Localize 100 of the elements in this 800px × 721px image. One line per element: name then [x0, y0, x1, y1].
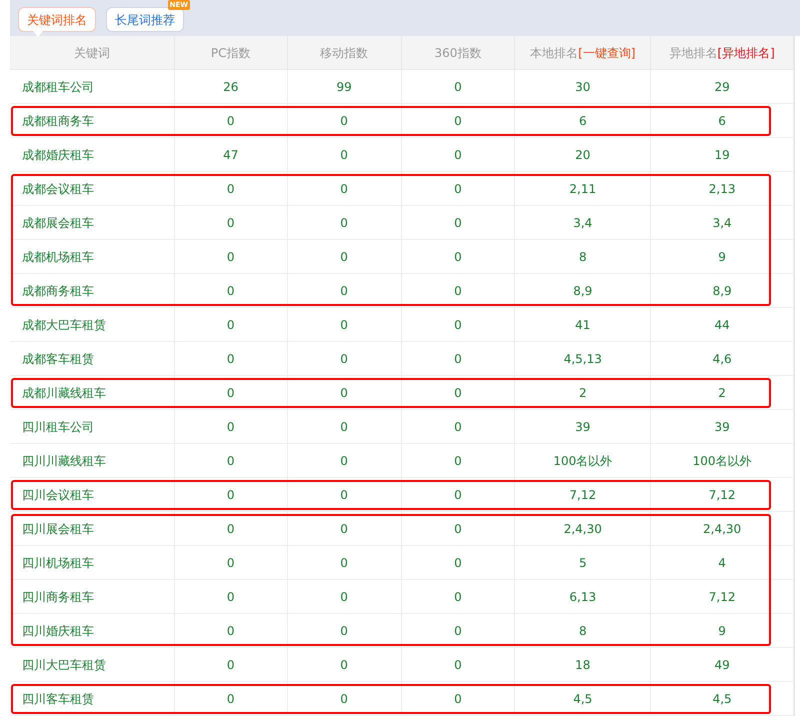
table-cell-text: 成都川藏线租车 [22, 384, 106, 402]
tab[interactable]: 长尾词推荐 [106, 7, 184, 32]
table-cell-text: 7,12 [708, 486, 736, 504]
table-cell-text: 2,11 [569, 180, 596, 198]
table-cell-text: 99 [336, 78, 352, 96]
table-cell-text: 0 [226, 622, 235, 640]
table-cell-text: 成都展会租车 [22, 214, 94, 232]
table-cell-text: 0 [454, 622, 462, 640]
table-cell-text: 7,12 [569, 486, 596, 504]
table-cell-text: 四川川藏线租车 [22, 452, 106, 470]
table-cell-text: 0 [454, 588, 462, 606]
table-cell-text: 0 [226, 656, 235, 674]
table-cell-text: 0 [340, 214, 348, 232]
table-cell-text: 4,5 [712, 690, 732, 708]
table-cell-text: 0 [226, 350, 235, 368]
table-cell-text: 0 [454, 384, 462, 402]
table-cell-text: 2,13 [708, 180, 736, 198]
table-cell-text: 4,6 [712, 350, 732, 368]
table-cell-text: 0 [454, 146, 462, 164]
table-cell-text: 0 [340, 588, 348, 606]
table-cell-text: 41 [575, 316, 590, 334]
table-cell-text: 0 [340, 622, 348, 640]
header-link[interactable]: [异地排名] [717, 44, 775, 62]
table-cell-text: 0 [226, 690, 235, 708]
table-cell-text: 8 [578, 622, 587, 640]
table-cell-text: 0 [340, 418, 348, 436]
table-cell-text: 0 [454, 690, 462, 708]
table-cell-text: 26 [223, 78, 238, 96]
table-cell-text: 0 [454, 112, 462, 130]
table-cell-text: 0 [226, 554, 235, 572]
table-cell-text: 0 [226, 452, 235, 470]
table-cell-text: 100名以外 [553, 452, 612, 470]
table-cell-text: 四川客车租赁 [22, 690, 94, 708]
table-cell-text: 0 [340, 520, 348, 538]
table-cell-text: 100名以外 [692, 452, 752, 470]
table-cell-text: 39 [714, 418, 730, 436]
table-cell-text: 0 [226, 588, 235, 606]
column-header: 关键词 [74, 44, 110, 62]
header-link[interactable]: [一键查询] [578, 44, 636, 62]
table-cell-text: 30 [575, 78, 590, 96]
table-cell-text: 0 [226, 112, 235, 130]
table-cell-text: 0 [340, 656, 348, 674]
table-cell-text: 四川婚庆租车 [22, 622, 94, 640]
table-cell-text: 成都租商务车 [22, 112, 94, 130]
table-cell-text: 成都商务租车 [22, 282, 94, 300]
table-cell-text: 39 [575, 418, 590, 436]
table-cell-text: 6 [578, 112, 587, 130]
table-cell-text: 0 [454, 78, 462, 96]
table-cell-text: 3,4 [573, 214, 592, 232]
table-cell-text: 0 [226, 316, 235, 334]
table-cell-text: 0 [226, 248, 235, 266]
table-cell-text: 成都租车公司 [22, 78, 94, 96]
table-cell-text: 0 [340, 112, 348, 130]
table-cell-text: 4,5,13 [564, 350, 602, 368]
table-cell-text: 8,9 [712, 282, 732, 300]
table-cell-text: 0 [454, 452, 462, 470]
table-cell-text: 成都婚庆租车 [22, 146, 94, 164]
table-cell-text: 四川机场租车 [22, 554, 94, 572]
table-cell-text: 0 [340, 486, 348, 504]
table-cell-text: 0 [454, 248, 462, 266]
table-cell-text: 0 [454, 554, 462, 572]
table-cell-text: 0 [340, 282, 348, 300]
table-cell-text: 0 [454, 418, 462, 436]
table-cell-text: 0 [454, 316, 462, 334]
table-cell-text: 2,4,30 [564, 520, 602, 538]
table-cell-text: 4,5 [573, 690, 592, 708]
table-cell-text: 0 [454, 520, 462, 538]
table-cell-text: 0 [454, 486, 462, 504]
table-cell-text: 0 [340, 554, 348, 572]
table-cell-text: 0 [340, 316, 348, 334]
table-cell-text: 18 [575, 656, 590, 674]
column-header: PC指数 [210, 44, 251, 62]
table-cell-text: 0 [226, 214, 235, 232]
column-header: 移动指数 [320, 44, 368, 62]
column-header: 异地排名 [669, 44, 718, 62]
table-cell-text: 8,9 [573, 282, 592, 300]
table-cell-text: 47 [223, 146, 238, 164]
table-cell-text: 四川会议租车 [22, 486, 94, 504]
table-cell-text: 0 [454, 180, 462, 198]
table-cell-text: 8 [578, 248, 587, 266]
table-cell-text: 0 [226, 282, 235, 300]
table-cell-text: 9 [718, 248, 726, 266]
table-cell-text: 0 [454, 656, 462, 674]
table-cell-text: 49 [714, 656, 730, 674]
table-cell-text: 3,4 [712, 214, 732, 232]
table-cell-text: 0 [454, 350, 462, 368]
table-cell-text: 0 [226, 486, 235, 504]
table-cell-text: 6 [718, 112, 726, 130]
table-cell-text: 成都大巴车租赁 [22, 316, 106, 334]
table-cell-text: 四川租车公司 [22, 418, 94, 436]
table-cell-text: 四川大巴车租赁 [22, 656, 106, 674]
table-cell-text: 0 [226, 180, 235, 198]
table-cell-text: 0 [226, 520, 235, 538]
table-cell-text: 2 [578, 384, 587, 402]
table-cell-text: 0 [340, 248, 348, 266]
table-cell-text: 0 [226, 384, 235, 402]
table-cell-text: 0 [340, 180, 348, 198]
table-cell-text: 成都机场租车 [22, 248, 94, 266]
table-cell-text: 20 [575, 146, 590, 164]
table-cell-text: 4 [718, 554, 726, 572]
